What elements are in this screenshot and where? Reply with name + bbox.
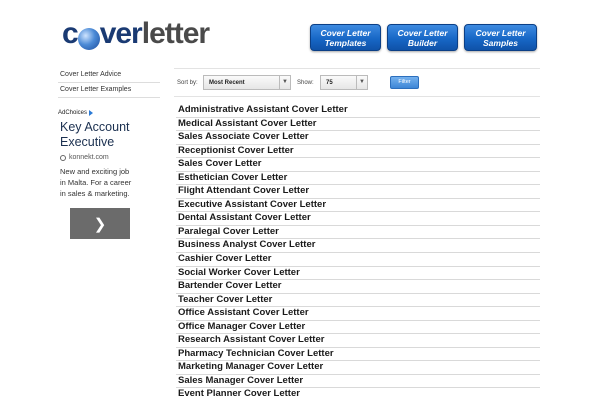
nav-button-line2: Templates [324,38,367,48]
list-item[interactable]: Paralegal Cover Letter [176,226,540,240]
list-item[interactable]: Marketing Manager Cover Letter [176,361,540,375]
list-item[interactable]: Esthetician Cover Letter [176,172,540,186]
adchoices-icon [89,110,94,116]
sidebar: Cover Letter Advice Cover Letter Example… [58,68,160,239]
list-item[interactable]: Event Planner Cover Letter [176,388,540,400]
nav-cover-letter-templates-button[interactable]: Cover Letter Templates [310,24,381,51]
ad-arrow-button[interactable]: ❯ [70,208,130,239]
ad-text-line: in Malta. For a career [60,178,132,187]
list-item[interactable]: Bartender Cover Letter [176,280,540,294]
list-item[interactable]: Dental Assistant Cover Letter [176,212,540,226]
nav-button-line2: Builder [407,38,438,48]
ad-title-line: Key Account [60,120,130,134]
ad-domain-text: konnekt.com [69,154,109,161]
nav-button-line1: Cover Letter [475,28,526,38]
coverletter-logo[interactable]: c ver letter [62,17,210,50]
cover-letter-list: Administrative Assistant Cover Letter Me… [176,104,540,400]
list-item[interactable]: Sales Associate Cover Letter [176,131,540,145]
list-item[interactable]: Receptionist Cover Letter [176,145,540,159]
list-item[interactable]: Cashier Cover Letter [176,253,540,267]
list-item[interactable]: Sales Cover Letter [176,158,540,172]
chevron-right-icon: ❯ [93,215,107,233]
sidebar-link-cover-letter-advice[interactable]: Cover Letter Advice [58,68,160,83]
nav-button-line1: Cover Letter [397,28,448,38]
ad-title-line: Executive [60,135,115,149]
ad-domain[interactable]: konnekt.com [60,154,160,161]
list-item[interactable]: Sales Manager Cover Letter [176,375,540,389]
ad-text-line: New and exciting job [60,167,130,176]
chevron-down-icon: ▼ [356,76,367,89]
sort-by-value: Most Recent [209,80,245,86]
list-item[interactable]: Research Assistant Cover Letter [176,334,540,348]
sort-by-label: Sort by: [177,80,198,86]
globe-icon [77,27,100,50]
ad-title[interactable]: Key Account Executive [60,120,160,150]
list-item[interactable]: Administrative Assistant Cover Letter [176,104,540,118]
ad-description: New and exciting job in Malta. For a car… [60,166,160,199]
list-item[interactable]: Medical Assistant Cover Letter [176,118,540,132]
ad-text-line: in sales & marketing. [60,189,130,198]
filter-bar: Sort by: Most Recent ▼ Show: 75 ▼ Filter [174,68,540,97]
adchoices-text: AdChoices [58,110,88,116]
adchoices-label[interactable]: AdChoices [58,110,160,116]
list-item[interactable]: Office Assistant Cover Letter [176,307,540,321]
list-item[interactable]: Pharmacy Technician Cover Letter [176,348,540,362]
nav-button-line1: Cover Letter [320,28,371,38]
site-header: c ver letter Cover Letter Templates Cover … [0,0,600,64]
filter-button[interactable]: Filter [390,76,419,89]
globe-small-icon [60,154,66,161]
show-count-value: 75 [326,80,333,86]
list-item[interactable]: Social Worker Cover Letter [176,267,540,281]
logo-text-c: c [62,17,79,50]
logo-text-letter: letter [141,17,210,50]
list-item[interactable]: Teacher Cover Letter [176,294,540,308]
list-item[interactable]: Flight Attendant Cover Letter [176,185,540,199]
list-item[interactable]: Office Manager Cover Letter [176,321,540,335]
show-count-select[interactable]: 75 ▼ [320,75,368,90]
list-item[interactable]: Business Analyst Cover Letter [176,239,540,254]
list-item[interactable]: Executive Assistant Cover Letter [176,199,540,213]
chevron-down-icon: ▼ [279,76,290,89]
sidebar-link-cover-letter-examples[interactable]: Cover Letter Examples [58,83,160,98]
nav-cover-letter-samples-button[interactable]: Cover Letter Samples [464,24,537,51]
nav-button-line2: Samples [483,38,518,48]
nav-cover-letter-builder-button[interactable]: Cover Letter Builder [387,24,458,51]
logo-text-ver: ver [99,17,143,50]
show-label: Show: [297,80,314,86]
sort-by-select[interactable]: Most Recent ▼ [203,75,291,90]
main-nav: Cover Letter Templates Cover Letter Buil… [310,24,537,51]
